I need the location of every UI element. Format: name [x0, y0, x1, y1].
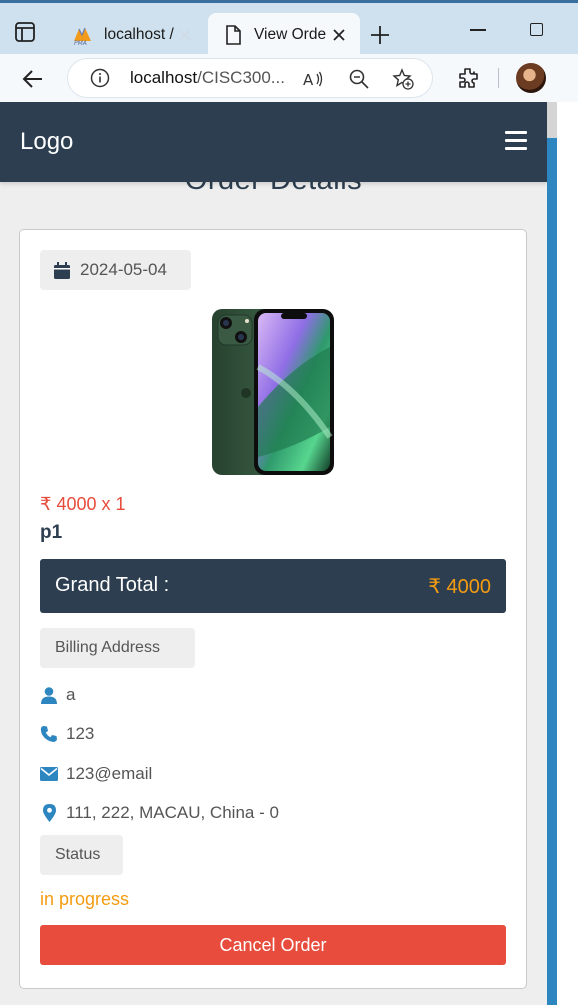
side-panel-edge — [547, 138, 557, 1005]
billing-address: 111, 222, MACAU, China - 0 — [66, 803, 279, 822]
new-tab-icon[interactable] — [368, 23, 392, 47]
cancel-order-button[interactable]: Cancel Order — [40, 925, 506, 965]
phpmyadmin-icon: PMA — [72, 24, 94, 46]
read-aloud-icon[interactable]: A — [302, 68, 324, 90]
page-icon — [222, 24, 244, 46]
site-logo[interactable]: Logo — [20, 128, 73, 156]
envelope-icon — [40, 765, 58, 783]
info-icon[interactable] — [90, 68, 110, 88]
tab-view-order[interactable]: View Orde — [208, 13, 360, 57]
tab-title: localhost / — [104, 26, 174, 43]
minimize-icon[interactable] — [470, 29, 486, 31]
order-date: 2024-05-04 — [80, 260, 167, 279]
tab-actions-icon[interactable] — [14, 21, 42, 49]
browser-tab-bar: PMA localhost / View Orde — [0, 0, 578, 57]
back-arrow-icon[interactable] — [20, 66, 46, 92]
maximize-icon[interactable] — [530, 23, 543, 36]
product-image — [211, 307, 336, 477]
profile-avatar[interactable] — [516, 63, 546, 93]
grand-total-label: Grand Total : — [55, 574, 170, 596]
zoom-out-icon[interactable] — [348, 68, 370, 90]
map-marker-icon — [40, 804, 58, 822]
url-text[interactable]: localhost/CISC300... — [130, 68, 285, 88]
svg-text:A: A — [303, 71, 314, 89]
billing-phone-row: 123 — [40, 724, 94, 744]
extensions-icon[interactable] — [456, 66, 480, 90]
grand-total-bar: Grand Total : ₹ 4000 — [40, 559, 506, 613]
tab-title: View Orde — [254, 26, 326, 43]
order-date-badge: 2024-05-04 — [40, 250, 191, 290]
browser-toolbar: localhost/CISC300... A — [0, 54, 578, 102]
user-icon — [40, 686, 58, 704]
tab-localhost[interactable]: PMA localhost / — [58, 13, 206, 57]
phone-icon — [40, 725, 58, 743]
grand-total-value: ₹ 4000 — [428, 576, 491, 598]
order-card: 2024-05-04 ₹ 4000 x 1 p1 Grand Total: ₹… — [19, 229, 527, 989]
site-navbar: Logo — [0, 102, 547, 182]
billing-address-label: Billing Address — [40, 628, 195, 668]
status-label: Status — [40, 835, 123, 875]
billing-name: a — [66, 685, 76, 704]
billing-name-row: a — [40, 685, 75, 705]
close-tab-icon[interactable] — [330, 26, 348, 44]
svg-text:PMA: PMA — [74, 40, 87, 45]
order-status: in progress — [40, 889, 130, 909]
billing-address-row: 111, 222, MACAU, China - 0 — [40, 803, 279, 823]
address-bar[interactable]: localhost/CISC300... A — [68, 59, 432, 97]
hamburger-icon[interactable] — [505, 131, 527, 151]
calendar-icon — [54, 261, 70, 279]
add-favorite-icon[interactable] — [392, 68, 414, 90]
product-price: ₹ 4000 x 1 — [40, 494, 126, 514]
close-tab-icon[interactable] — [176, 26, 194, 44]
page-viewport: Logo Order Details 2024-05-04 — [0, 102, 547, 1005]
billing-email-row: 123@email — [40, 764, 152, 784]
scrollbar-thumb[interactable] — [547, 102, 557, 138]
billing-email: 123@email — [66, 764, 153, 783]
billing-phone: 123 — [66, 724, 95, 743]
toolbar-divider — [498, 68, 499, 88]
product-name: p1 — [40, 522, 63, 543]
